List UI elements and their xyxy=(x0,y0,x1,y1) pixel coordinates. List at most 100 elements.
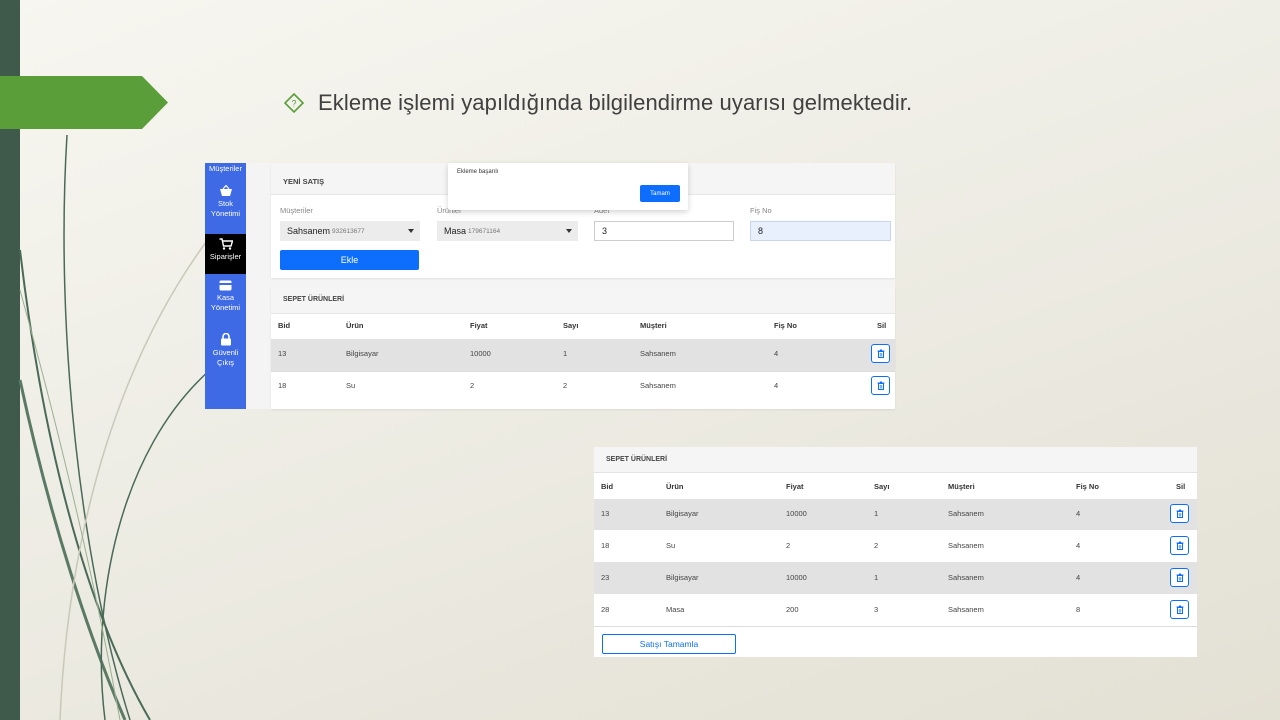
col-qty-cell: 2 xyxy=(874,541,879,550)
trash-icon xyxy=(1176,605,1183,614)
col-qty-cell: 3 xyxy=(874,605,879,614)
receipt-input[interactable]: 8 xyxy=(750,221,891,241)
sidebar-item-cash[interactable]: Kasa Yönetimi xyxy=(205,280,246,313)
row-divider xyxy=(271,371,895,372)
sidebar-item-label: Kasa Yönetimi xyxy=(210,293,241,312)
product-value: Masa xyxy=(444,226,467,236)
col-price-cell: 10000 xyxy=(786,573,807,582)
sidebar-item-stock[interactable]: Stok Yönetimi xyxy=(205,185,246,219)
product-select[interactable]: Masa 179671164 xyxy=(437,221,578,241)
basket-icon xyxy=(219,185,232,196)
customer-select[interactable]: Sahsanem 932613677 xyxy=(280,221,420,241)
cart-title: SEPET ÜRÜNLERİ xyxy=(594,447,1197,473)
col-receipt-cell: 4 xyxy=(1076,573,1081,582)
svg-text:?: ? xyxy=(291,99,296,109)
col-qty-cell: 1 xyxy=(874,509,879,518)
sidebar-item-logout[interactable]: Güvenli Çıkış xyxy=(205,333,246,368)
col-bid-cell: 13 xyxy=(278,349,287,358)
col-price-header: Fiyat xyxy=(470,321,488,330)
card-icon xyxy=(219,280,232,291)
col-customer-cell: Sahsanem xyxy=(640,381,676,390)
diamond-bullet-icon: ? xyxy=(284,93,304,113)
bullet-row: ? Ekleme işlemi yapıldığında bilgilendir… xyxy=(284,90,912,116)
cart-icon xyxy=(219,238,233,250)
col-customer-cell: Sahsanem xyxy=(948,573,984,582)
delete-button[interactable] xyxy=(1170,568,1189,587)
col-price-cell: 2 xyxy=(786,541,791,550)
chevron-down-icon xyxy=(408,229,414,233)
col-price-cell: 200 xyxy=(786,605,799,614)
col-price-cell: 2 xyxy=(470,381,475,390)
col-receipt-cell: 8 xyxy=(1076,605,1081,614)
sidebar-item-customers[interactable]: Müşteriler xyxy=(205,164,246,174)
col-receipt-header: Fiş No xyxy=(774,321,797,330)
customer-value: Sahsanem xyxy=(287,226,331,236)
row-divider xyxy=(594,626,1197,627)
customer-label: Müşteriler xyxy=(280,206,313,215)
col-bid-header: Bid xyxy=(278,321,291,330)
col-customer-cell: Sahsanem xyxy=(948,541,984,550)
col-price-header: Fiyat xyxy=(786,482,804,491)
col-product-cell: Bilgisayar xyxy=(666,509,699,518)
col-receipt-cell: 4 xyxy=(774,381,779,390)
trash-icon xyxy=(877,381,884,390)
cart-title: SEPET ÜRÜNLERİ xyxy=(271,287,895,314)
col-receipt-cell: 4 xyxy=(1076,509,1081,518)
sidebar-item-label: Stok Yönetimi xyxy=(210,199,241,218)
col-product-cell: Bilgisayar xyxy=(346,349,379,358)
col-qty-cell: 1 xyxy=(563,349,568,358)
col-product-cell: Su xyxy=(346,381,356,390)
col-bid-cell: 28 xyxy=(601,605,610,614)
col-delete-header: Sil xyxy=(1176,482,1186,491)
receipt-label: Fiş No xyxy=(750,206,772,215)
success-dialog: Ekleme başarılı Tamam xyxy=(448,163,688,210)
col-customer-cell: Sahsanem xyxy=(640,349,676,358)
sidebar: Müşteriler Stok Yönetimi Siparişler Kasa… xyxy=(205,163,246,409)
ok-button[interactable]: Tamam xyxy=(640,185,680,202)
sidebar-item-label: Güvenli Çıkış xyxy=(212,348,239,367)
qty-input[interactable]: 3 xyxy=(594,221,734,241)
col-product-cell: Masa xyxy=(666,605,685,614)
col-qty-cell: 1 xyxy=(874,573,879,582)
col-receipt-cell: 4 xyxy=(1076,541,1081,550)
delete-button[interactable] xyxy=(871,344,890,363)
delete-button[interactable] xyxy=(871,376,890,395)
add-button[interactable]: Ekle xyxy=(280,250,419,270)
col-bid-cell: 18 xyxy=(278,381,287,390)
col-price-cell: 10000 xyxy=(470,349,491,358)
col-customer-cell: Sahsanem xyxy=(948,509,984,518)
col-receipt-header: Fiş No xyxy=(1076,482,1099,491)
col-qty-header: Sayı xyxy=(874,482,890,491)
complete-sale-button[interactable]: Satışı Tamamla xyxy=(602,634,736,654)
delete-button[interactable] xyxy=(1170,600,1189,619)
delete-button[interactable] xyxy=(1170,536,1189,555)
trash-icon xyxy=(1176,573,1183,582)
col-receipt-cell: 4 xyxy=(774,349,779,358)
col-qty-cell: 2 xyxy=(563,381,568,390)
dialog-message: Ekleme başarılı xyxy=(457,169,499,175)
col-customer-header: Müşteri xyxy=(948,482,975,491)
cart-card-1: SEPET ÜRÜNLERİ Bid Ürün Fiyat Sayı Müşteri Fi… xyxy=(271,287,895,409)
col-customer-header: Müşteri xyxy=(640,321,667,330)
lock-icon xyxy=(220,333,231,346)
trash-icon xyxy=(877,349,884,358)
col-delete-header: Sil xyxy=(877,321,887,330)
sidebar-item-label: Müşteriler xyxy=(209,164,242,173)
sidebar-item-label: Siparişler xyxy=(209,252,242,261)
delete-button[interactable] xyxy=(1170,504,1189,523)
product-code: 179671164 xyxy=(468,227,501,235)
sidebar-item-orders[interactable]: Siparişler xyxy=(205,234,246,274)
screenshot-cart-page: SEPET ÜRÜNLERİ Bid Ürün Fiyat Sayı Müşteri Fi… xyxy=(594,447,1197,657)
col-qty-header: Sayı xyxy=(563,321,579,330)
col-customer-cell: Sahsanem xyxy=(948,605,984,614)
trash-icon xyxy=(1176,541,1183,550)
col-product-cell: Su xyxy=(666,541,676,550)
customer-phone: 932613677 xyxy=(332,227,365,235)
col-bid-cell: 18 xyxy=(601,541,610,550)
col-price-cell: 10000 xyxy=(786,509,807,518)
col-bid-cell: 13 xyxy=(601,509,610,518)
col-product-header: Ürün xyxy=(666,482,684,491)
col-product-cell: Bilgisayar xyxy=(666,573,699,582)
trash-icon xyxy=(1176,509,1183,518)
bullet-text: Ekleme işlemi yapıldığında bilgilendirme… xyxy=(318,90,913,115)
